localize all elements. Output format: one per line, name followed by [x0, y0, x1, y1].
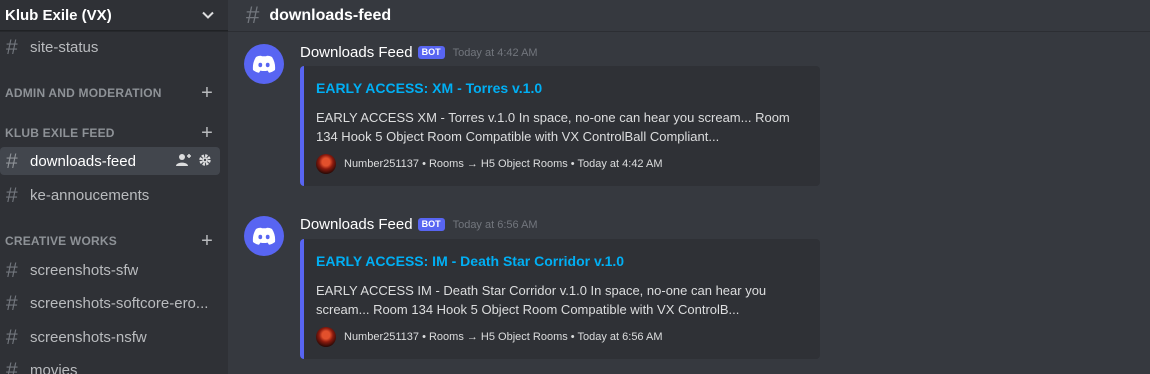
hash-icon: #: [6, 183, 18, 207]
embed-card: EARLY ACCESS: XM - Torres v.1.0 EARLY AC…: [300, 66, 820, 186]
category-creative-works[interactable]: CREATIVE WORKS +: [5, 231, 213, 251]
hash-icon: #: [6, 149, 18, 173]
embed-footer: Number251137 • Rooms → H5 Object Rooms •…: [316, 154, 804, 174]
author-avatar-icon: [316, 327, 336, 347]
add-channel-icon[interactable]: +: [201, 231, 213, 251]
author-avatar-icon: [316, 154, 336, 174]
channel-screenshots-sfw[interactable]: # screenshots-sfw: [0, 256, 220, 284]
timestamp[interactable]: Today at 4:42 AM: [453, 47, 538, 59]
category-label: ADMIN AND MODERATION: [5, 86, 162, 100]
message-header: Downloads Feed BOT Today at 4:42 AM: [300, 44, 538, 61]
add-channel-icon[interactable]: +: [201, 123, 213, 143]
channel-name: screenshots-softcore-ero...: [30, 294, 209, 312]
channel-name: downloads-feed: [30, 152, 136, 170]
embed-description: EARLY ACCESS XM - Torres v.1.0 In space,…: [316, 110, 790, 144]
timestamp[interactable]: Today at 6:56 AM: [453, 219, 538, 231]
invite-user-icon[interactable]: [176, 153, 192, 167]
bot-badge: BOT: [417, 45, 445, 60]
channel-downloads-feed[interactable]: # downloads-feed: [0, 147, 220, 175]
author-name[interactable]: Downloads Feed: [300, 44, 413, 61]
channel-header: # downloads-feed: [228, 0, 1150, 31]
avatar[interactable]: [244, 216, 284, 256]
add-channel-icon[interactable]: +: [201, 83, 213, 103]
category-label: CREATIVE WORKS: [5, 234, 117, 248]
discord-logo-icon: [252, 55, 276, 73]
gear-icon[interactable]: [198, 153, 212, 167]
hash-icon: #: [6, 358, 18, 374]
channel-movies[interactable]: # movies: [0, 356, 220, 374]
channel-name: movies: [30, 361, 78, 374]
channel-name: ke-annoucements: [30, 186, 150, 204]
category-admin-moderation[interactable]: ADMIN AND MODERATION +: [5, 83, 213, 103]
channel-sidebar: Klub Exile (VX) # site-status ADMIN AND …: [0, 0, 228, 374]
hash-icon: #: [6, 325, 18, 349]
embed-title-link[interactable]: EARLY ACCESS: XM - Torres v.1.0: [316, 80, 804, 96]
channel-screenshots-nsfw[interactable]: # screenshots-nsfw: [0, 323, 220, 351]
chevron-down-icon[interactable]: [200, 7, 216, 23]
embed-footer: Number251137 • Rooms → H5 Object Rooms •…: [316, 327, 804, 347]
author-name[interactable]: Downloads Feed: [300, 216, 413, 233]
category-label: KLUB EXILE FEED: [5, 126, 115, 140]
hash-icon: #: [6, 291, 18, 315]
channel-ke-annoucements[interactable]: # ke-annoucements: [0, 181, 220, 209]
channel-name: screenshots-nsfw: [30, 328, 147, 346]
embed-footer-text: Number251137 • Rooms → H5 Object Rooms •…: [344, 331, 663, 343]
embed-title-link[interactable]: EARLY ACCESS: IM - Death Star Corridor v…: [316, 253, 804, 269]
embed-description: EARLY ACCESS IM - Death Star Corridor v.…: [316, 283, 767, 317]
channel-screenshots-softcore[interactable]: # screenshots-softcore-ero...: [0, 289, 220, 317]
bot-badge: BOT: [417, 217, 445, 232]
channel-name: screenshots-sfw: [30, 261, 139, 279]
category-klub-exile-feed[interactable]: KLUB EXILE FEED +: [5, 123, 213, 143]
embed-footer-text: Number251137 • Rooms → H5 Object Rooms •…: [344, 158, 663, 170]
avatar[interactable]: [244, 44, 284, 84]
channel-title: downloads-feed: [269, 6, 392, 24]
channel-site-status[interactable]: # site-status: [0, 33, 220, 61]
hash-icon: #: [246, 1, 260, 29]
hash-icon: #: [6, 258, 18, 282]
discord-logo-icon: [252, 227, 276, 245]
hash-icon: #: [6, 35, 18, 59]
message-header: Downloads Feed BOT Today at 6:56 AM: [300, 216, 538, 233]
server-name: Klub Exile (VX): [5, 6, 112, 24]
channel-name: site-status: [30, 38, 99, 56]
embed-card: EARLY ACCESS: IM - Death Star Corridor v…: [300, 239, 820, 359]
server-header[interactable]: Klub Exile (VX): [0, 0, 228, 31]
